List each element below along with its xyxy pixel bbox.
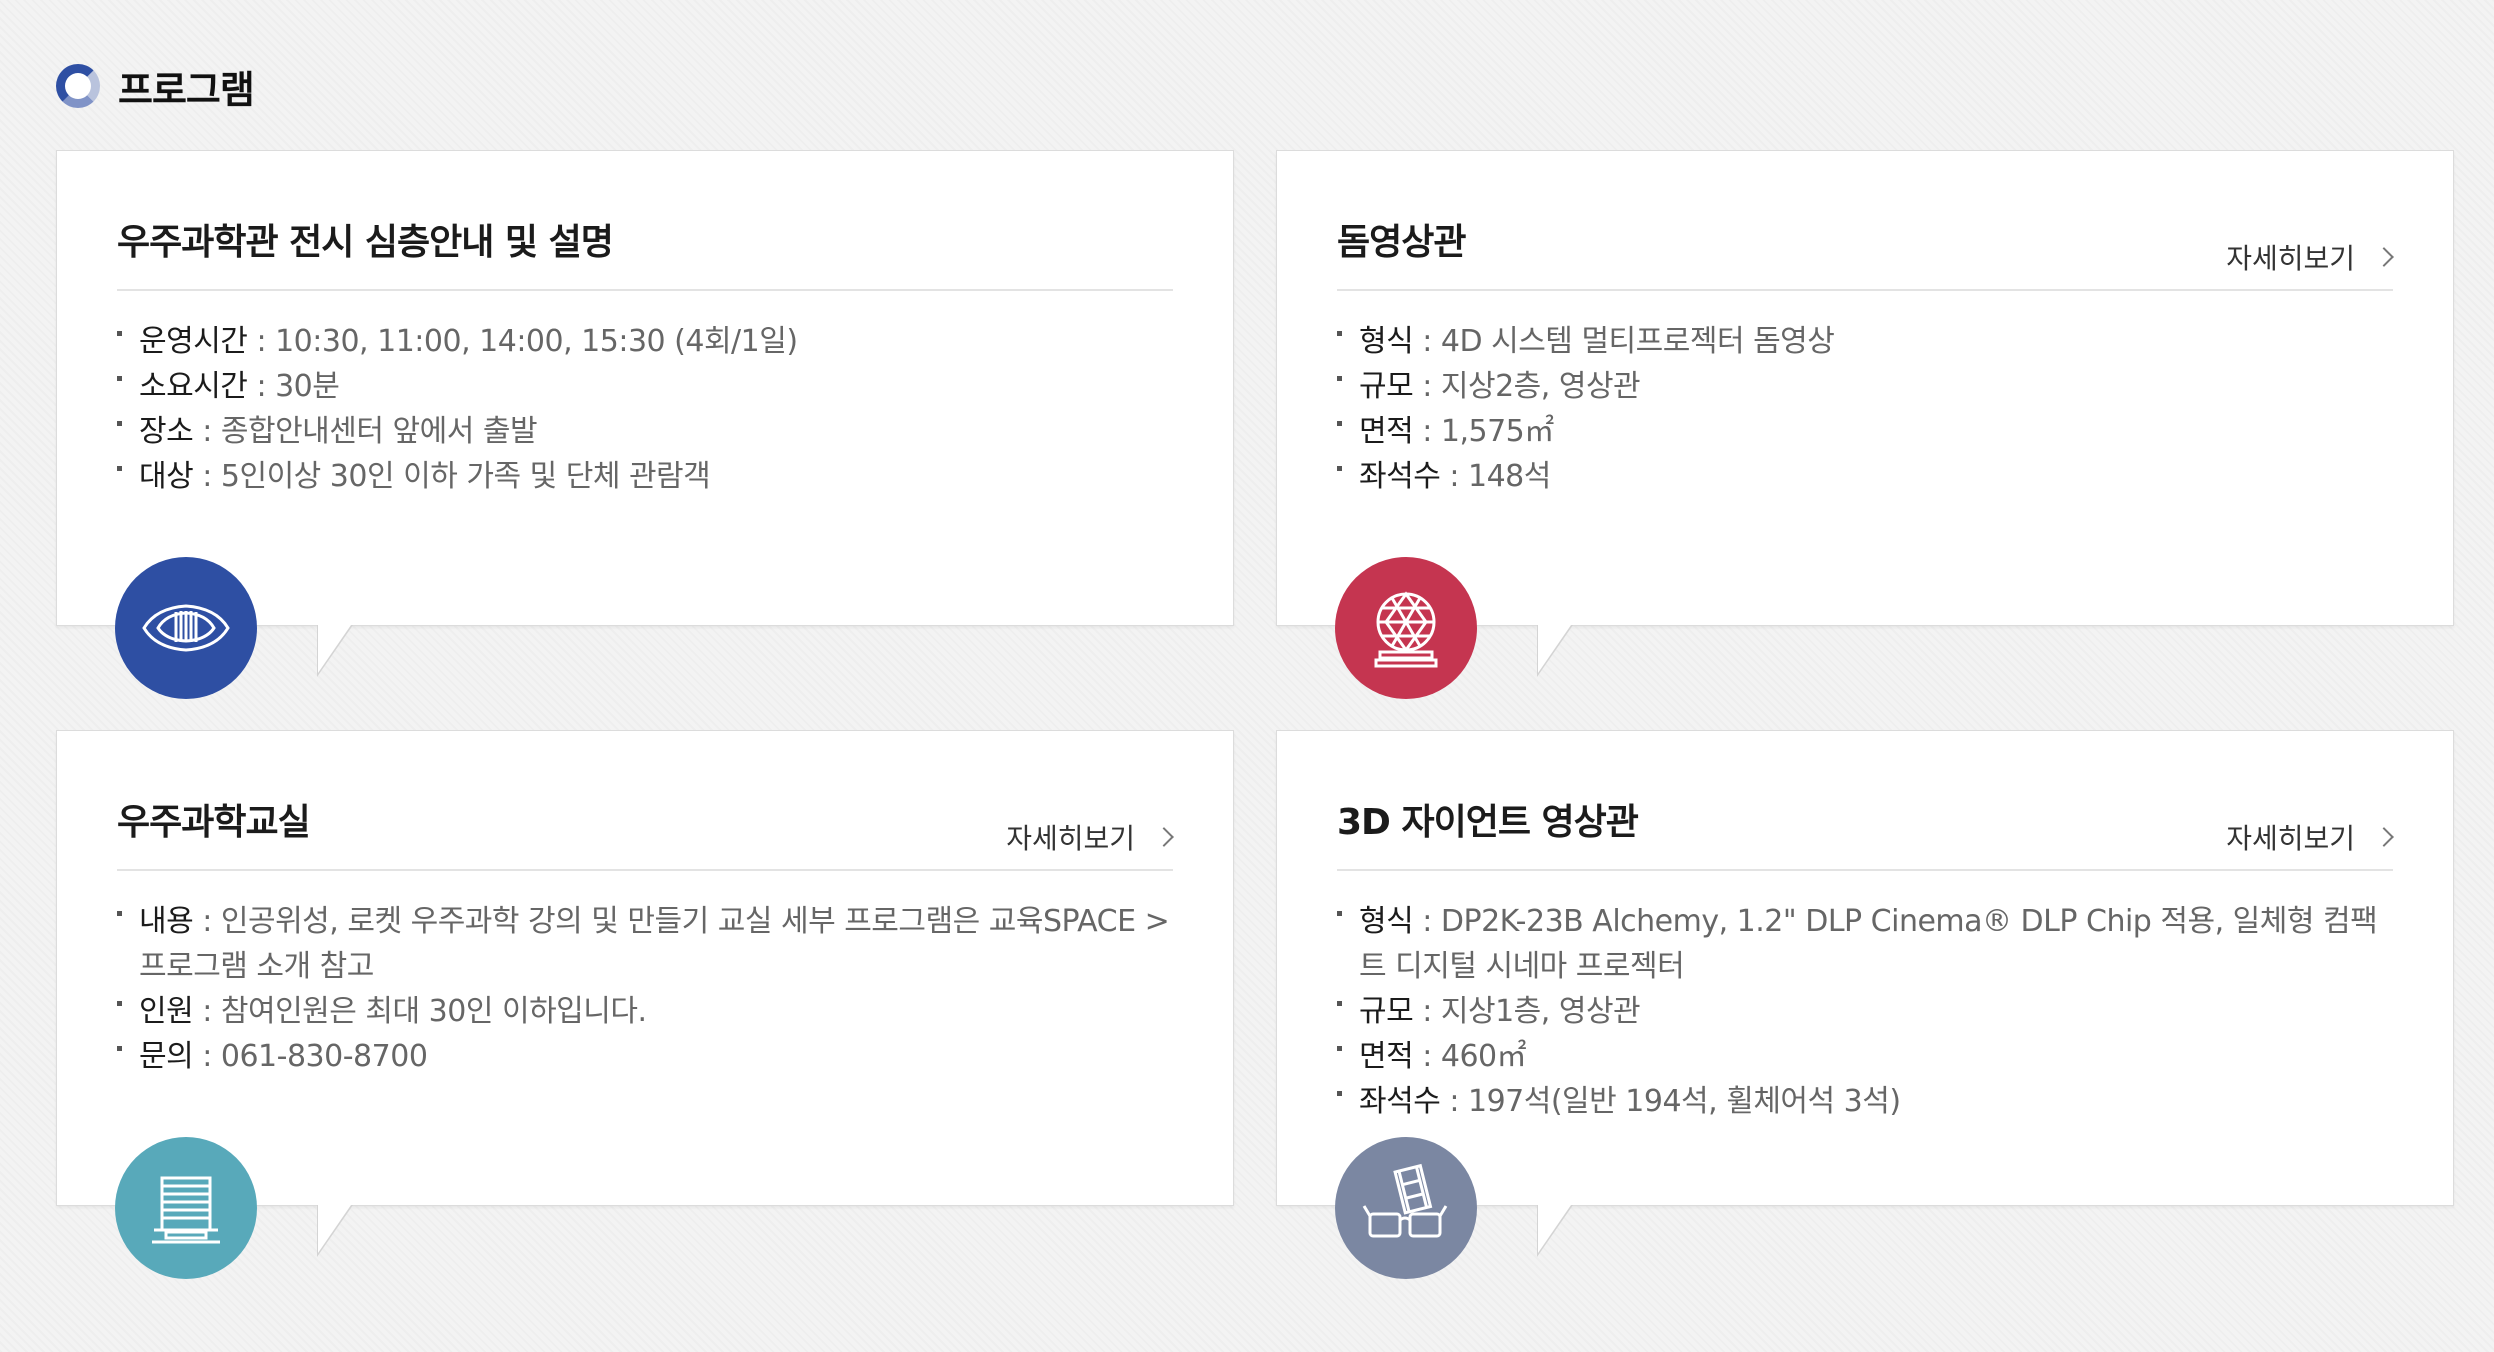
3d-glasses-film-icon (1335, 1137, 1477, 1279)
info-list: 운영시간 : 10:30, 11:00, 14:00, 15:30 (4회/1일… (117, 319, 1173, 499)
list-item: 면적 : 1,575㎡ (1337, 409, 2393, 454)
list-item: 문의 : 061-830-8700 (117, 1034, 1173, 1079)
list-item: 대상 : 5인이상 30인 이하 가족 및 단체 관람객 (117, 454, 1173, 499)
list-item: 운영시간 : 10:30, 11:00, 14:00, 15:30 (4회/1일… (117, 319, 1173, 364)
card-header: 우주과학관 전시 심층안내 및 설명 (117, 205, 1173, 291)
list-item: 면적 : 460㎡ (1337, 1034, 2393, 1079)
program-card-dome-theater: 돔영상관 자세히보기 형식 : 4D 시스템 멀티프로젝터 돔영상 규모 : 지… (1276, 150, 2454, 699)
chevron-right-icon (2374, 827, 2394, 847)
card-header: 3D 자이언트 영상관 자세히보기 (1337, 785, 2394, 871)
card-title: 돔영상관 (1337, 222, 1466, 263)
card-title: 우주과학관 전시 심층안내 및 설명 (117, 222, 614, 263)
list-item: 규모 : 지상2층, 영상관 (1337, 364, 2393, 409)
more-link[interactable]: 자세히보기 (1006, 817, 1174, 857)
card-header: 우주과학교실 자세히보기 (117, 785, 1174, 871)
program-card-3d-giant-theater: 3D 자이언트 영상관 자세히보기 형식 : DP2K-23B Alchemy,… (1276, 730, 2454, 1279)
section-header: 프로그램 (56, 62, 255, 112)
card-title: 3D 자이언트 영상관 (1337, 802, 1639, 843)
list-item: 규모 : 지상1층, 영상관 (1337, 989, 2393, 1034)
list-item: 소요시간 : 30분 (117, 364, 1173, 409)
more-link[interactable]: 자세히보기 (2226, 817, 2394, 857)
list-item: 장소 : 종합안내센터 앞에서 출발 (117, 409, 1173, 454)
card-header: 돔영상관 자세히보기 (1337, 205, 2394, 291)
info-list: 형식 : DP2K-23B Alchemy, 1.2" DLP Cinema® … (1337, 899, 2393, 1124)
section-title: 프로그램 (118, 67, 255, 112)
list-item: 좌석수 : 148석 (1337, 454, 2393, 499)
list-item: 좌석수 : 197석(일반 194석, 휠체어석 3석) (1337, 1079, 2393, 1124)
chevron-right-icon (2374, 247, 2394, 267)
list-item: 내용 : 인공위성, 로켓 우주과학 강의 및 만들기 교실 세부 프로그램은 … (117, 899, 1173, 989)
info-list: 형식 : 4D 시스템 멀티프로젝터 돔영상 규모 : 지상2층, 영상관 면적… (1337, 319, 2393, 499)
geodesic-dome-icon (1335, 557, 1477, 699)
observatory-arch-icon (115, 557, 257, 699)
info-list: 내용 : 인공위성, 로켓 우주과학 강의 및 만들기 교실 세부 프로그램은 … (117, 899, 1173, 1079)
card-title: 우주과학교실 (117, 802, 311, 843)
chevron-right-icon (1154, 827, 1174, 847)
more-link[interactable]: 자세히보기 (2226, 237, 2394, 277)
program-card-space-classroom: 우주과학교실 자세히보기 내용 : 인공위성, 로켓 우주과학 강의 및 만들기… (56, 730, 1234, 1279)
ring-bullet-icon (56, 64, 100, 108)
list-item: 형식 : DP2K-23B Alchemy, 1.2" DLP Cinema® … (1337, 899, 2393, 989)
list-item: 인원 : 참여인원은 최대 30인 이하입니다. (117, 989, 1173, 1034)
program-card-exhibition-guide: 우주과학관 전시 심층안내 및 설명 운영시간 : 10:30, 11:00, … (56, 150, 1234, 699)
classroom-building-icon (115, 1137, 257, 1279)
list-item: 형식 : 4D 시스템 멀티프로젝터 돔영상 (1337, 319, 2393, 364)
